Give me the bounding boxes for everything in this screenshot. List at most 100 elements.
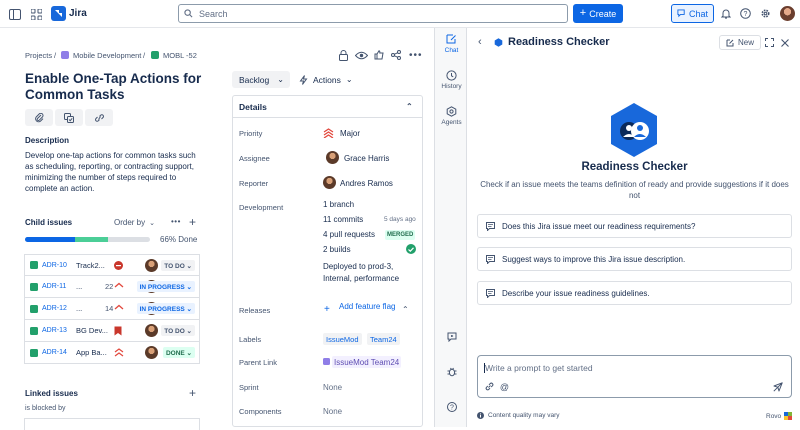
- assignee-avatar: [145, 259, 158, 272]
- story-type-icon: [30, 304, 38, 313]
- components-value[interactable]: None: [323, 407, 342, 416]
- attach-link-icon[interactable]: [484, 381, 495, 392]
- child-issue-summary[interactable]: App Ba...: [76, 348, 110, 357]
- breadcrumb-separator: /: [143, 51, 146, 60]
- chevron-up-icon[interactable]: ⌃: [406, 102, 413, 111]
- dev-builds[interactable]: 2 builds: [323, 245, 351, 254]
- suggestion-button[interactable]: Does this Jira issue meet our readiness …: [477, 214, 792, 238]
- top-navigation: Jira Search + Create Chat ?: [0, 0, 800, 28]
- dev-commits[interactable]: 11 commits: [323, 215, 363, 224]
- send-icon[interactable]: [772, 381, 783, 392]
- linked-issue-row[interactable]: [24, 418, 200, 430]
- add-linked-issue-plus-icon[interactable]: +: [189, 386, 196, 400]
- chat-toggle-button[interactable]: Chat: [671, 4, 714, 23]
- child-issue-key[interactable]: ADR-13: [42, 327, 69, 334]
- help-icon[interactable]: ?: [446, 401, 457, 412]
- child-issue-key[interactable]: ADR-14: [42, 349, 69, 356]
- sidebar-item-history[interactable]: History: [435, 70, 468, 90]
- status-badge[interactable]: IN PROGRESS ⌄: [136, 281, 195, 292]
- dev-branch[interactable]: 1 branch: [323, 200, 354, 209]
- dev-deployments[interactable]: Deployed to prod-3, Internal, performanc…: [323, 261, 408, 285]
- paperclip-icon: [34, 112, 43, 122]
- details-heading: Details: [239, 101, 267, 112]
- build-success-check-icon: [406, 244, 416, 254]
- assignee-value[interactable]: Grace Harris: [344, 154, 389, 163]
- dev-pull-requests[interactable]: 4 pull requests: [323, 230, 375, 239]
- child-issues-more-icon[interactable]: •••: [171, 217, 181, 226]
- assignee-avatar: [145, 324, 158, 337]
- watch-eye-icon[interactable]: [354, 49, 368, 61]
- child-issue-summary[interactable]: BG Dev...: [76, 326, 110, 335]
- chevron-up-icon[interactable]: ⌃: [402, 305, 409, 314]
- like-thumbs-up-icon[interactable]: [373, 49, 385, 61]
- share-icon[interactable]: [390, 49, 402, 61]
- child-issue-row[interactable]: ADR-14 App Ba... DONE ⌄: [24, 342, 200, 364]
- details-header[interactable]: Details ⌃: [233, 96, 422, 118]
- parent-link-label: Parent Link: [239, 358, 277, 367]
- create-button[interactable]: + Create: [573, 4, 623, 23]
- assignee-avatar: [145, 346, 158, 359]
- status-label: Backlog: [239, 74, 270, 85]
- help-icon[interactable]: ?: [739, 7, 752, 20]
- status-badge[interactable]: DONE ⌄: [162, 347, 195, 358]
- link-relation-label: is blocked by: [25, 405, 66, 412]
- app-switcher-icon[interactable]: [29, 7, 43, 21]
- back-chevron-icon[interactable]: ‹: [478, 36, 482, 48]
- link-icon: [94, 113, 104, 122]
- issue-title[interactable]: Enable One-Tap Actions for Common Tasks: [25, 71, 225, 103]
- label-tag[interactable]: IssueMod: [323, 333, 362, 345]
- child-issue-summary[interactable]: Track2...: [76, 261, 110, 270]
- status-badge[interactable]: IN PROGRESS ⌄: [136, 303, 195, 314]
- child-issue-key[interactable]: ADR-11: [42, 283, 69, 290]
- story-type-icon: [30, 282, 38, 291]
- issue-description[interactable]: Develop one-tap actions for common tasks…: [25, 150, 205, 194]
- sprint-value[interactable]: None: [323, 383, 342, 392]
- settings-gear-icon[interactable]: [759, 7, 772, 20]
- search-input[interactable]: Search: [178, 4, 568, 23]
- breadcrumb-projects[interactable]: Projects: [25, 51, 52, 60]
- child-issue-row[interactable]: ADR-11... 22 IN PROGRESS ⌄: [24, 276, 200, 298]
- expand-icon[interactable]: [764, 37, 775, 48]
- more-options-icon[interactable]: •••: [409, 50, 423, 61]
- child-issue-key[interactable]: ADR-12: [42, 305, 69, 312]
- breadcrumb-project[interactable]: Mobile Development: [73, 51, 141, 60]
- user-avatar[interactable]: [780, 6, 795, 21]
- child-issue-row[interactable]: ADR-10 Track2... TO DO ⌄: [24, 254, 200, 276]
- suggestion-button[interactable]: Describe your issue readiness guidelines…: [477, 281, 792, 305]
- status-badge[interactable]: TO DO ⌄: [161, 325, 195, 336]
- actions-dropdown[interactable]: Actions ⌄: [299, 71, 364, 88]
- close-icon[interactable]: [779, 37, 790, 48]
- prompt-input[interactable]: Write a prompt to get started @: [477, 355, 792, 398]
- chat-icon: [677, 9, 685, 18]
- child-issue-row[interactable]: ADR-13 BG Dev... TO DO ⌄: [24, 320, 200, 342]
- link-issue-button[interactable]: [85, 109, 113, 126]
- label-tag[interactable]: Team24: [367, 333, 400, 345]
- status-badge[interactable]: TO DO ⌄: [161, 260, 195, 271]
- child-issue-key[interactable]: ADR-10: [42, 262, 69, 269]
- app-name[interactable]: Jira: [69, 8, 87, 19]
- suggestion-button[interactable]: Suggest ways to improve this Jira issue …: [477, 247, 792, 271]
- sidebar-item-chat[interactable]: Chat: [435, 34, 468, 54]
- priority-value[interactable]: Major: [340, 129, 360, 138]
- reporter-value[interactable]: Andres Ramos: [340, 179, 393, 188]
- add-feature-flag-link[interactable]: Add feature flag: [339, 301, 399, 312]
- mention-at-icon[interactable]: @: [499, 381, 510, 392]
- project-icon: [61, 51, 69, 59]
- sidebar-toggle-icon[interactable]: [8, 7, 22, 21]
- jira-logo-icon[interactable]: [51, 6, 66, 21]
- add-child-issue-button[interactable]: [55, 109, 83, 126]
- new-chat-button[interactable]: New: [719, 35, 761, 50]
- child-issues-heading: Child issues: [25, 218, 73, 227]
- order-by-dropdown[interactable]: Order by ⌄: [114, 218, 155, 227]
- bug-icon[interactable]: [446, 366, 457, 377]
- add-child-issue-plus-icon[interactable]: +: [189, 215, 196, 229]
- lock-icon[interactable]: [337, 49, 349, 61]
- feedback-icon[interactable]: [446, 331, 457, 342]
- sidebar-item-agents[interactable]: Agents: [435, 106, 468, 126]
- attach-button[interactable]: [25, 109, 53, 126]
- child-issue-row[interactable]: ADR-12... 14 IN PROGRESS ⌄: [24, 298, 200, 320]
- status-dropdown[interactable]: Backlog ⌄: [232, 71, 290, 88]
- parent-link-value[interactable]: IssueMod Team24: [332, 356, 402, 368]
- breadcrumb-issue-key[interactable]: MOBL -52: [163, 51, 197, 60]
- notifications-bell-icon[interactable]: [719, 7, 732, 20]
